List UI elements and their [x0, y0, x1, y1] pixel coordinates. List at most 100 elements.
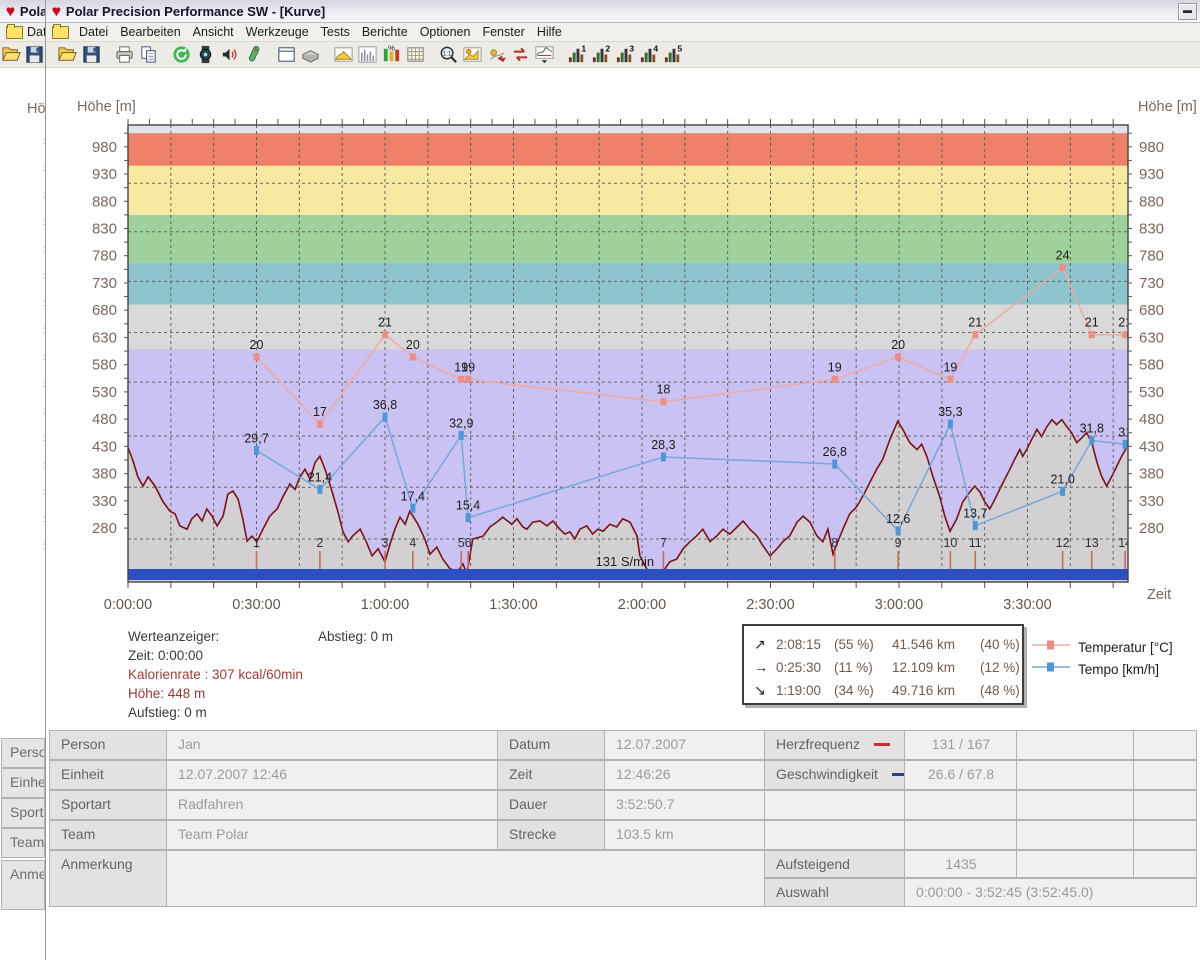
svg-text:19: 19	[828, 360, 842, 374]
curve-chart[interactable]: 131 S/min1234567891011121314201721201919…	[60, 95, 1200, 615]
svg-text:730: 730	[92, 275, 117, 292]
svg-text:2: 2	[605, 44, 610, 54]
svg-text:4: 4	[409, 536, 416, 550]
svg-text:19: 19	[943, 360, 957, 374]
grid-view-icon[interactable]	[403, 43, 427, 66]
table-empty-cell	[1134, 731, 1196, 759]
summary-time: 1:19:00	[776, 679, 834, 702]
menu-item-berichte[interactable]: Berichte	[356, 25, 414, 39]
summary-time-pct: (11 %)	[834, 656, 892, 679]
bg-menu-item-datei[interactable]: Datei	[27, 25, 46, 39]
watch-device-icon[interactable]	[193, 43, 217, 66]
svg-text:930: 930	[1139, 166, 1164, 183]
bg-document-folder-icon	[6, 26, 23, 39]
report-3-icon[interactable]: 3	[613, 43, 637, 66]
report-5-icon[interactable]: 5	[661, 43, 685, 66]
bg-open-file-icon[interactable]	[0, 43, 23, 66]
table-label-person: Person	[50, 731, 167, 759]
svg-text:21: 21	[968, 316, 982, 330]
toolbar-group: %	[331, 43, 427, 66]
bg-save-file-icon[interactable]	[23, 43, 46, 66]
save-file-icon[interactable]	[79, 43, 103, 66]
svg-text:26,8: 26,8	[823, 445, 847, 459]
svg-text:3:30:00: 3:30:00	[1003, 597, 1051, 613]
table-empty-cell	[765, 821, 905, 849]
print-icon[interactable]	[112, 43, 136, 66]
svg-text:380: 380	[1139, 466, 1164, 483]
menu-item-hilfe[interactable]: Hilfe	[531, 25, 568, 39]
herzfrequenz-line-icon	[874, 743, 890, 746]
report-4-icon[interactable]: 4	[637, 43, 661, 66]
toolbar-group	[274, 43, 322, 66]
svg-text:930: 930	[92, 166, 117, 183]
svg-text:780: 780	[1139, 248, 1164, 265]
toolbar: % 1:1 1 2345	[46, 42, 1200, 68]
chart-transfer-icon[interactable]	[484, 43, 508, 66]
table-value-strecke: 103.5 km	[605, 821, 765, 849]
svg-text:1: 1	[253, 536, 260, 550]
menu-item-datei[interactable]: Datei	[73, 25, 114, 39]
toolbar-group: 1:1	[436, 43, 556, 66]
table-label-anmerkung: Anmerkung	[50, 851, 167, 906]
mdi-child-folder-icon[interactable]	[52, 26, 69, 39]
table-label-sportart: Sportart	[50, 791, 167, 819]
percent-view-icon[interactable]: %	[379, 43, 403, 66]
menu-item-ansicht[interactable]: Ansicht	[187, 25, 240, 39]
svg-text:530: 530	[92, 384, 117, 401]
table-label-datum: Datum	[498, 731, 605, 759]
table-empty-cell	[1017, 851, 1134, 877]
book-icon[interactable]	[298, 43, 322, 66]
svg-text:830: 830	[92, 220, 117, 237]
table-value-geschwindigkeit: 26.6 / 67.8	[905, 761, 1017, 789]
menu-item-fenster[interactable]: Fenster	[476, 25, 530, 39]
swap-icon[interactable]	[508, 43, 532, 66]
werteanzeiger-aufstieg: Aufstieg: 0 m	[128, 703, 303, 722]
minimize-button[interactable]: ▬	[1178, 3, 1197, 20]
svg-text:980: 980	[92, 139, 117, 156]
open-file-icon[interactable]	[55, 43, 79, 66]
svg-text:12,6: 12,6	[886, 512, 910, 526]
svg-text:35,3: 35,3	[938, 405, 962, 419]
toolbar-group: 1 2345	[565, 43, 685, 66]
svg-text:12: 12	[1056, 536, 1070, 550]
legend-row: Temperatur [°C]	[1032, 636, 1173, 658]
table-label-herzfrequenz: Herzfrequenz	[765, 731, 905, 759]
table-value-datum: 12.07.2007	[605, 731, 765, 759]
chart-info-icon[interactable]	[460, 43, 484, 66]
menu-item-tests[interactable]: Tests	[315, 25, 356, 39]
table-empty-cell	[1017, 791, 1134, 819]
svg-text:830: 830	[1139, 220, 1164, 237]
window-view-icon[interactable]	[274, 43, 298, 66]
legend-row: Tempo [km/h]	[1032, 658, 1173, 680]
polar-heart-icon: ♥	[52, 4, 61, 19]
summary-row: →0:25:30(11 %)12.109 km(12 %)	[754, 656, 1014, 679]
curve-view-icon[interactable]	[331, 43, 355, 66]
zoom-1-1-icon[interactable]: 1:1	[436, 43, 460, 66]
werteanzeiger-kalorienrate: Kalorienrate : 307 kcal/60min	[128, 665, 303, 684]
report-1-icon[interactable]: 1	[565, 43, 589, 66]
titlebar[interactable]: ♥ Polar Precision Performance SW - [Kurv…	[46, 0, 1200, 23]
menu-item-bearbeiten[interactable]: Bearbeiten	[114, 25, 186, 39]
trend-arrow-icon: ↘	[754, 679, 776, 702]
polar-heart-icon: ♥	[6, 4, 15, 19]
curve-select-icon[interactable]	[532, 43, 556, 66]
value-display-block: Werteanzeiger: Zeit: 0:00:00 Kalorienrat…	[128, 627, 303, 722]
ir-remote-icon[interactable]	[241, 43, 265, 66]
table-label-dauer: Dauer	[498, 791, 605, 819]
svg-text:6: 6	[465, 536, 472, 550]
refresh-icon[interactable]	[169, 43, 193, 66]
report-2-icon[interactable]: 2	[589, 43, 613, 66]
copy-icon[interactable]	[136, 43, 160, 66]
table-empty-cell	[1134, 761, 1196, 789]
summary-distance-pct: (40 %)	[980, 633, 1030, 656]
svg-text:780: 780	[92, 248, 117, 265]
svg-text:430: 430	[92, 438, 117, 455]
svg-text:380: 380	[92, 466, 117, 483]
menu-item-optionen[interactable]: Optionen	[414, 25, 477, 39]
menu-item-werkzeuge[interactable]: Werkzeuge	[240, 25, 315, 39]
bg-titlebar: ♥ Pola	[0, 0, 46, 23]
toolbar-group	[55, 43, 103, 66]
bars-view-icon[interactable]	[355, 43, 379, 66]
svg-text:7: 7	[660, 536, 667, 550]
sound-icon[interactable]	[217, 43, 241, 66]
